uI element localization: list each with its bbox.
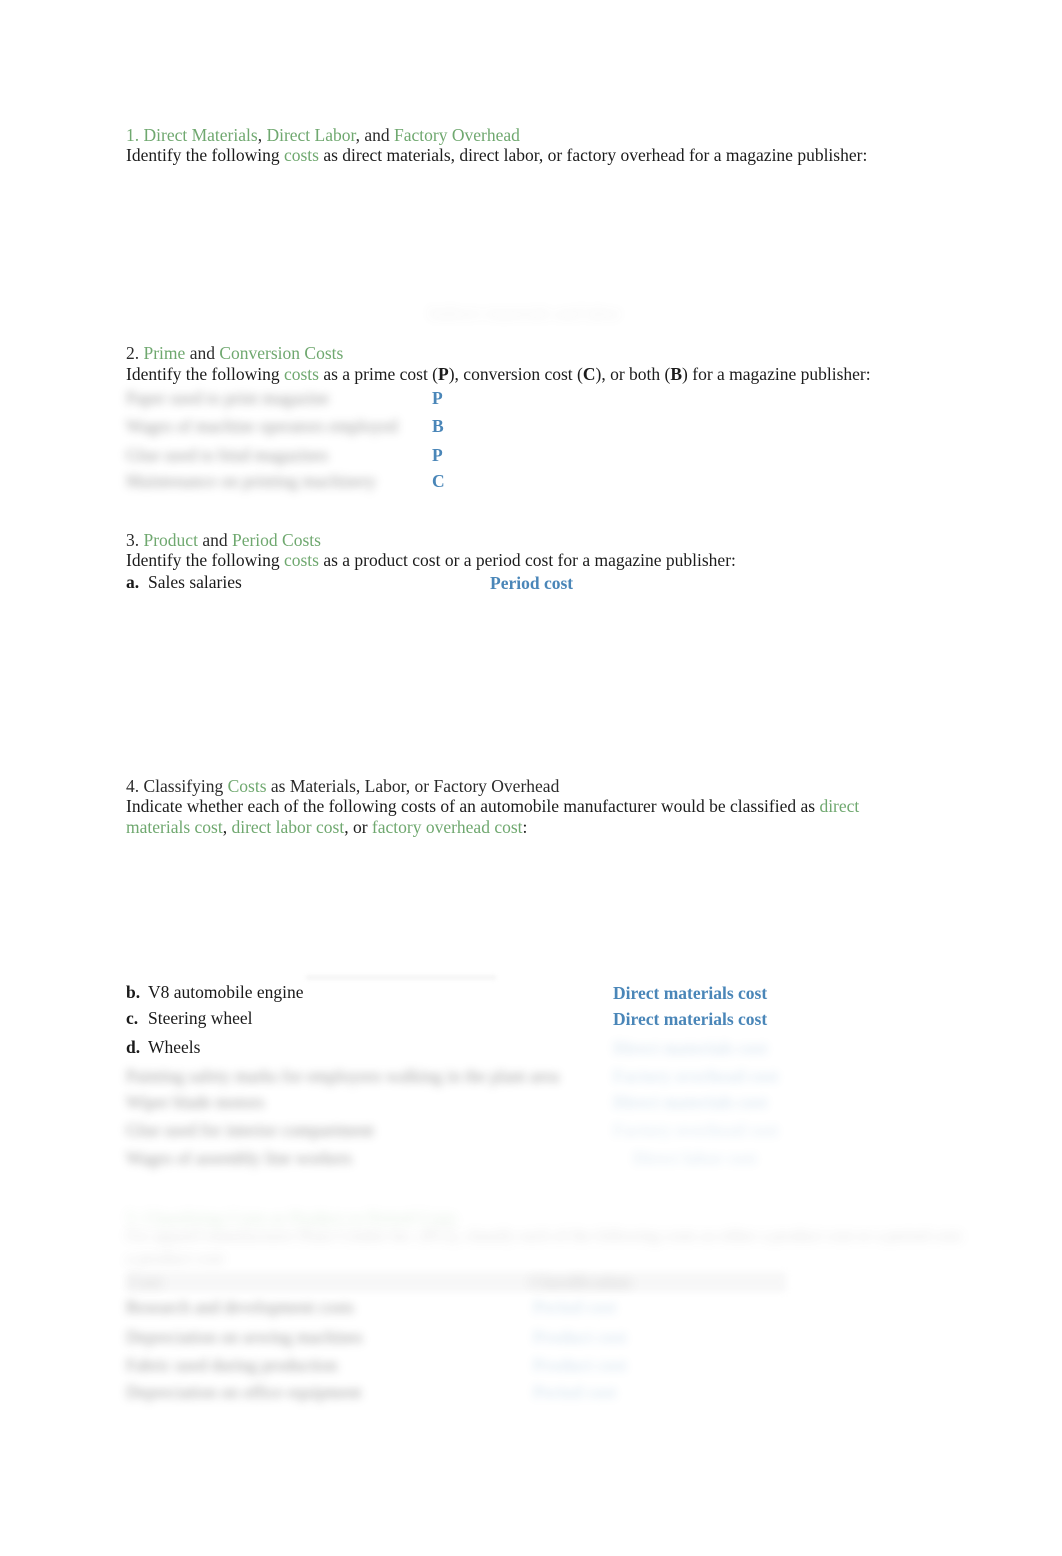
section-4-number: 4. Classifying [126, 776, 228, 796]
section-2-prompt-part-5: ) for a magazine publisher: [682, 364, 871, 384]
section-4-prompt-sep-2: , or [344, 816, 372, 837]
section-1-prompt-part-2: as direct materials, direct labor, or fa… [318, 145, 868, 165]
section-3-item-a: a. Sales salaries [126, 572, 242, 594]
section-5-column-cost: Cost [128, 1272, 163, 1292]
section-4-item-h-text: Wages of assembly line workers [126, 1148, 353, 1168]
section-4-item-c: c. Steering wheel [126, 1008, 252, 1030]
section-1-heading: 1. Direct Materials, Direct Labor, and F… [126, 125, 520, 145]
section-5-item-c-answer: Product cost [533, 1355, 627, 1375]
section-2-item-c-text: Glue used to bind magazines [126, 445, 329, 465]
section-3-item-a-text: Sales salaries [148, 572, 242, 592]
section-4-item-d: d. Wheels [126, 1037, 200, 1059]
section-4-item-c-text: Steering wheel [148, 1008, 253, 1028]
section-4-item-g-text: Glue used for interior compartment [126, 1120, 374, 1140]
section-2-prompt-part-3: ), conversion cost ( [448, 364, 583, 384]
section-5-item-b-answer: Product cost [533, 1327, 627, 1347]
section-2-prompt: Identify the following costs as a prime … [126, 364, 871, 385]
section-4-item-h-answer: Direct labor cost [633, 1148, 757, 1168]
section-3-item-a-answer: Period cost [490, 573, 574, 593]
section-4-term-direct-labor-cost: direct labor cost [231, 816, 345, 837]
section-5-prompt-overflow: a product cost [126, 1248, 225, 1268]
section-2-item-d-answer: C [432, 471, 445, 491]
section-4-item-c-marker: c. [126, 1008, 139, 1028]
section-2-item-a-text: Paper used to print magazine [126, 388, 330, 408]
section-3-sep: and [197, 530, 232, 550]
section-1-obscured-content: Indirect materials and labor [428, 303, 621, 323]
section-3-term-period-costs: Period Costs [231, 530, 321, 550]
section-2-item-a-answer: P [432, 388, 443, 408]
section-2-term-prime: Prime [143, 343, 186, 363]
section-1-term-direct-labor: Direct Labor [266, 125, 356, 145]
section-4-item-g-answer: Factory overhead cost [613, 1120, 779, 1140]
section-4-item-f-answer: Direct materials cost [613, 1092, 768, 1112]
section-4-item-b: b. V8 automobile engine [126, 982, 304, 1004]
section-2-item-c-answer: P [432, 445, 443, 465]
section-5-column-classification: Classification [530, 1272, 632, 1292]
section-1-term-direct-materials: Direct Materials [143, 125, 258, 145]
section-2-code-p: P [438, 364, 449, 384]
section-1-sep-2: , and [355, 125, 395, 145]
section-1-prompt: Identify the following costs as direct m… [126, 145, 867, 166]
section-3-prompt-part-2: as a product cost or a period cost for a… [318, 550, 736, 570]
section-4-item-b-marker: b. [126, 982, 141, 1002]
section-4-item-d-text: Wheels [148, 1037, 201, 1057]
section-2-code-b: B [670, 364, 683, 384]
section-4-item-e-text: Painting safety marks for employees walk… [126, 1066, 559, 1086]
section-3-prompt: Identify the following costs as a produc… [126, 550, 736, 571]
section-3-number: 3. [126, 530, 144, 550]
section-4-item-f-text: Wiper blade motors [126, 1092, 265, 1112]
section-3-prompt-part-1: Identify the following [126, 550, 284, 570]
section-4-heading: 4. Classifying Costs as Materials, Labor… [126, 776, 559, 796]
section-2-sep: and [185, 343, 220, 363]
section-4-term-costs: Costs [227, 776, 267, 796]
document-page: 1. Direct Materials, Direct Labor, and F… [0, 0, 1062, 1556]
section-4-divider-smudge [306, 976, 496, 979]
section-4-heading-rest: as Materials, Labor, or Factory Overhead [266, 776, 560, 796]
section-2-heading: 2. Prime and Conversion Costs [126, 343, 343, 363]
section-2-item-b-text: Wages of machine operators employed [126, 416, 398, 436]
section-2-number: 2. [126, 343, 144, 363]
section-5-table-header-band [126, 1272, 786, 1292]
section-3-term-product: Product [143, 530, 198, 550]
section-5-prompt: For apparel manufacturer Plum Crinkle In… [126, 1226, 965, 1245]
section-4-item-b-text: V8 automobile engine [148, 982, 304, 1002]
section-5-item-d-text: Depreciation on office equipment [126, 1382, 362, 1402]
section-1-number: 1. [126, 125, 144, 145]
section-4-term-factory-overhead-cost: factory overhead cost [371, 816, 523, 837]
section-4-prompt: Indicate whether each of the following c… [126, 796, 926, 837]
section-2-prompt-term-costs: costs [283, 364, 319, 384]
section-3-prompt-term-costs: costs [283, 550, 319, 570]
section-2-prompt-part-1: Identify the following [126, 364, 284, 384]
section-3-item-a-marker: a. [126, 572, 140, 592]
section-2-code-c: C [582, 364, 596, 384]
section-4-item-d-answer: Direct materials cost [613, 1038, 768, 1058]
section-4-item-b-answer: Direct materials cost [613, 983, 768, 1003]
section-4-item-e-answer: Factory overhead cost [613, 1066, 779, 1086]
section-4-prompt-end: : [522, 816, 528, 837]
section-4-item-d-marker: d. [126, 1037, 141, 1057]
section-2-prompt-part-4: ), or both ( [595, 364, 671, 384]
section-2-item-b-answer: B [432, 416, 444, 436]
section-1-prompt-part-1: Identify the following [126, 145, 284, 165]
section-1-term-factory-overhead: Factory Overhead [394, 125, 520, 145]
section-4-item-c-answer: Direct materials cost [613, 1009, 768, 1029]
section-4-prompt-part-1: Indicate whether each of the following c… [126, 796, 820, 816]
section-3-heading: 3. Product and Period Costs [126, 530, 321, 550]
section-5-item-b-text: Depreciation on sewing machines [126, 1327, 363, 1347]
section-5-item-a-answer: Period cost [533, 1297, 617, 1317]
section-1-prompt-term-costs: costs [283, 145, 319, 165]
section-5-item-c-text: Fabric used during production [126, 1355, 338, 1375]
section-2-term-conversion-costs: Conversion Costs [219, 343, 344, 363]
section-5-item-a-text: Research and development costs [126, 1297, 354, 1317]
section-2-prompt-part-2: as a prime cost ( [318, 364, 439, 384]
section-2-item-d-text: Maintenance on printing machinery [126, 471, 377, 491]
section-5-item-d-answer: Period cost [533, 1382, 617, 1402]
